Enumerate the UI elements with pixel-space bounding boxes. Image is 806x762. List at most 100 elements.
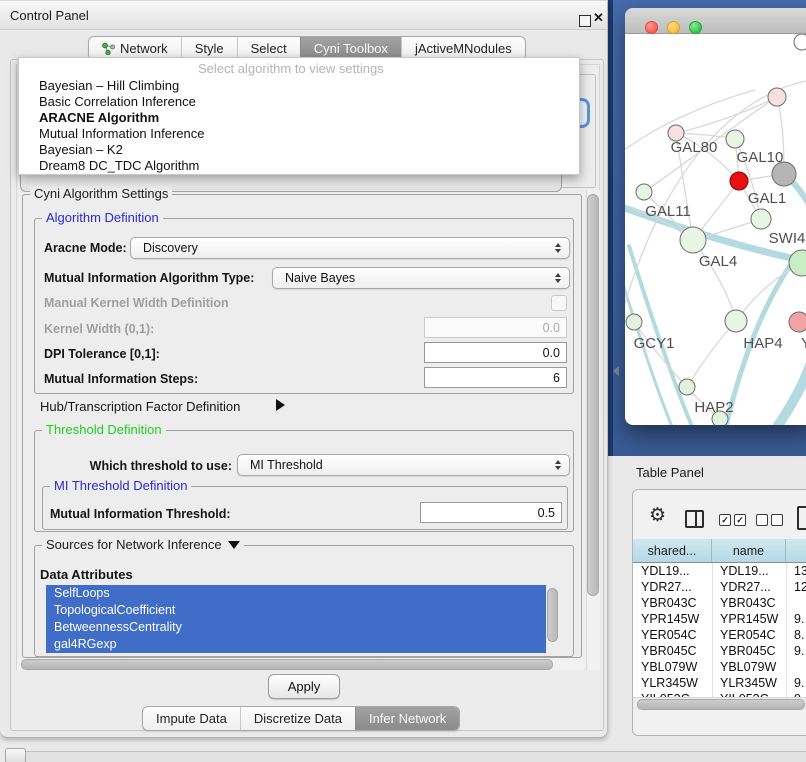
dropdown-placeholder: Select algorithm to view settings	[198, 61, 384, 76]
network-node-GCY1[interactable]	[626, 314, 642, 330]
manual-kernel-checkbox[interactable]	[551, 295, 567, 311]
which-threshold-select[interactable]: MI Threshold	[237, 454, 570, 476]
data-attributes-list: SelfLoopsTopologicalCoefficientBetweenne…	[46, 585, 546, 653]
dpi-tolerance-field[interactable]: 0.0	[424, 342, 567, 363]
table-cell[interactable]: 9.	[786, 643, 806, 659]
table-cell[interactable]: YBL079W	[712, 659, 786, 675]
table-cell[interactable]: YBR045C	[633, 643, 712, 659]
table-cell[interactable]: YDR27...	[712, 579, 786, 595]
table-cell[interactable]: 8.	[786, 627, 806, 643]
select-all-columns-icon[interactable]: ✓✓	[719, 514, 746, 526]
network-node-label: HAP4	[743, 335, 782, 352]
table-cell[interactable]	[786, 659, 806, 675]
mi-type-select[interactable]: Naive Bayes	[272, 267, 570, 289]
column-header-shared[interactable]: shared...	[633, 539, 712, 563]
network-canvas[interactable]: GAL80GAL10GAL1GAL11GAL4SWI4GCY1HAP4YHAP2	[625, 34, 806, 425]
network-node-label: GCY1	[634, 335, 675, 352]
dropdown-item-aracne-algorithm[interactable]: ARACNE Algorithm	[23, 110, 575, 126]
network-node-node-gray[interactable]	[772, 162, 796, 186]
table-col-divider	[712, 563, 713, 697]
network-node-node-pink-top[interactable]	[768, 88, 786, 106]
attribute-item-gal4rgexp[interactable]: gal4RGexp	[46, 636, 546, 653]
export-table-icon[interactable]	[797, 506, 806, 530]
hub-section-label[interactable]: Hub/Transcription Factor Definition	[40, 399, 240, 414]
deselect-all-columns-icon[interactable]	[756, 514, 783, 526]
network-node-HAP4[interactable]	[725, 310, 747, 332]
network-node-GAL4[interactable]	[680, 227, 706, 253]
dropdown-item-mutual-information-inference[interactable]: Mutual Information Inference	[23, 126, 575, 142]
expand-arrow-icon[interactable]	[276, 399, 285, 411]
table-cell[interactable]: 13	[786, 563, 806, 579]
table-cell[interactable]: 9.	[786, 611, 806, 627]
table-cell[interactable]: YBR043C	[712, 595, 786, 611]
close-icon[interactable]: ✕	[593, 10, 604, 26]
table-cell[interactable]: YER054C	[633, 627, 712, 643]
network-node-node-top-right[interactable]	[794, 34, 806, 50]
table-hscrollbar-thumb[interactable]	[637, 699, 805, 710]
attributes-scrollbar-thumb[interactable]	[547, 588, 558, 642]
settings-vscrollbar-thumb[interactable]	[587, 194, 599, 596]
table-cell[interactable]: 12	[786, 579, 806, 595]
network-node-HAP2[interactable]	[679, 379, 695, 395]
table-row[interactable]: YPR145WYPR145W9.	[633, 611, 806, 627]
network-node-GAL11[interactable]	[636, 184, 652, 200]
mi-steps-field[interactable]: 6	[424, 367, 567, 388]
bottom-panel-edge	[20, 751, 806, 762]
table-row[interactable]: YBR043CYBR043C	[633, 595, 806, 611]
table-cell[interactable]: YBL079W	[633, 659, 712, 675]
kernel-width-field[interactable]: 0.0	[424, 317, 567, 338]
tab-discretize-data[interactable]: Discretize Data	[240, 707, 355, 730]
table-cell[interactable]: 9.	[786, 675, 806, 691]
table-cell[interactable]: YPR145W	[633, 611, 712, 627]
table-cell[interactable]: YER054C	[712, 627, 786, 643]
dropdown-item-basic-correlation-inference[interactable]: Basic Correlation Inference	[23, 94, 575, 110]
table-cell[interactable]: YDL19...	[633, 563, 712, 579]
collapse-arrow-icon[interactable]	[228, 541, 240, 549]
panel-resize-handle[interactable]	[613, 366, 619, 376]
dropdown-item-dream8-dc-tdc-algorithm[interactable]: Dream8 DC_TDC Algorithm	[23, 158, 575, 174]
table-row[interactable]: YBR045CYBR045C9.	[633, 643, 806, 659]
window-close-button[interactable]	[645, 21, 658, 34]
network-node-node-red[interactable]	[730, 172, 748, 190]
column-header-extra[interactable]	[786, 539, 806, 563]
tab-impute-data[interactable]: Impute Data	[143, 707, 240, 730]
apply-button[interactable]: Apply	[268, 674, 340, 699]
table-cell[interactable]: YLR345W	[712, 675, 786, 691]
table-row[interactable]: YLR345WYLR345W9.	[633, 675, 806, 691]
gear-icon[interactable]: ⚙	[649, 504, 666, 526]
tab-infer-network[interactable]: Infer Network	[355, 707, 459, 730]
window-zoom-button[interactable]	[689, 21, 702, 34]
window-minimize-button[interactable]	[667, 21, 680, 34]
table-cell[interactable]: YBR043C	[633, 595, 712, 611]
table-cell[interactable]: YLR345W	[633, 675, 712, 691]
table-row[interactable]: YDR27...YDR27...12	[633, 579, 806, 595]
float-window-icon[interactable]	[579, 15, 591, 27]
columns-icon[interactable]	[685, 510, 704, 528]
dropdown-item-bayesian-k2[interactable]: Bayesian – K2	[23, 142, 575, 158]
attribute-item-betweennesscentrality[interactable]: BetweennessCentrality	[46, 619, 546, 636]
network-node-node-bottom[interactable]	[712, 411, 728, 425]
mi-threshold-field[interactable]: 0.5	[420, 502, 562, 523]
table-cell[interactable]: YDL19...	[712, 563, 786, 579]
attribute-item-selfloops[interactable]: SelfLoops	[46, 585, 546, 602]
column-header-name[interactable]: name	[712, 539, 786, 563]
settings-hscrollbar-thumb[interactable]	[21, 659, 553, 670]
combo-arrows-icon	[555, 460, 561, 470]
network-node-node-pink-right[interactable]	[789, 312, 806, 332]
network-edge	[676, 97, 777, 133]
network-node-GAL10[interactable]	[726, 130, 744, 148]
table-cell[interactable]: YBR045C	[712, 643, 786, 659]
attribute-item-topologicalcoefficient[interactable]: TopologicalCoefficient	[46, 602, 546, 619]
table-cell[interactable]	[786, 595, 806, 611]
network-node-SWI4[interactable]	[789, 250, 806, 276]
network-node-GAL1[interactable]	[751, 209, 771, 229]
table-row[interactable]: YER054CYER054C8.	[633, 627, 806, 643]
dropdown-item-bayesian-hill-climbing[interactable]: Bayesian – Hill Climbing	[23, 78, 575, 94]
sources-title[interactable]: Sources for Network Inference	[46, 537, 222, 552]
table-cell[interactable]: YPR145W	[712, 611, 786, 627]
corner-widget[interactable]	[5, 748, 26, 762]
table-row[interactable]: YDL19...YDL19...13	[633, 563, 806, 579]
table-cell[interactable]: YDR27...	[633, 579, 712, 595]
aracne-mode-select[interactable]: Discovery	[130, 237, 570, 259]
table-row[interactable]: YBL079WYBL079W	[633, 659, 806, 675]
